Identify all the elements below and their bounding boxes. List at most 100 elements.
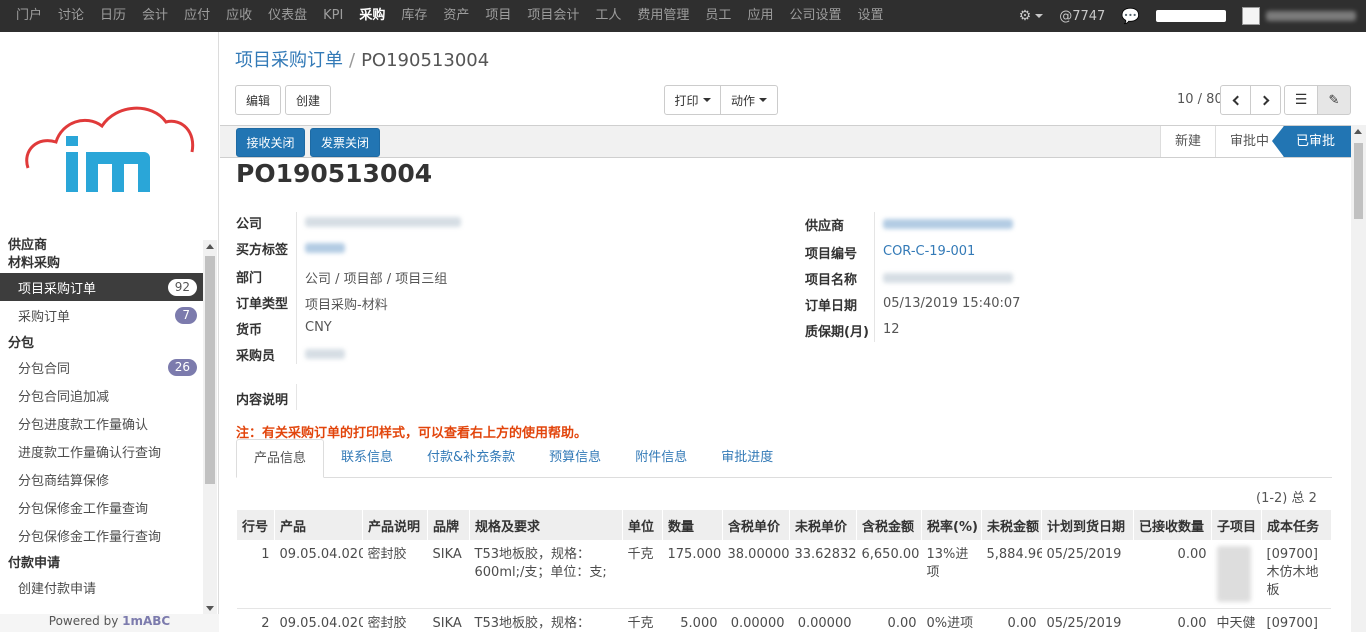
field-value: 公司 / 项目部 / 项目三组 <box>305 272 448 287</box>
menu-item[interactable]: 采购 <box>351 0 393 32</box>
notebook-tab[interactable]: 审批进度 <box>704 439 790 478</box>
table-row[interactable]: 2 09.05.04.020 密封胶 SIKA T53地板胶，规格： 千克 5.000 0.0… <box>236 608 1331 632</box>
sidebar-item[interactable]: 分包商结算保修 <box>0 465 203 493</box>
column-header[interactable]: 税率(%) <box>921 510 982 540</box>
menu-item[interactable]: 设置 <box>849 0 891 32</box>
sidebar-item[interactable]: 进度款工作量确认行查询 <box>0 437 203 465</box>
sidebar-section-title: 分包 <box>8 336 35 351</box>
scroll-thumb[interactable] <box>205 256 215 484</box>
scroll-down-icon[interactable] <box>206 606 214 611</box>
column-header[interactable]: 成本任务 <box>1261 510 1331 540</box>
status-bar: 接收关闭 发票关闭 新建 审批中 已审批 <box>220 125 1351 158</box>
redacted-value <box>305 216 461 227</box>
pager-previous-button[interactable] <box>1220 85 1251 115</box>
settings-dropdown[interactable]: ⚙ <box>1019 8 1044 24</box>
column-header[interactable]: 含税单价 <box>722 510 790 540</box>
sidebar-item[interactable]: 分包保修金工作量行查询 <box>0 521 203 549</box>
scroll-up-icon[interactable] <box>1354 129 1362 134</box>
column-header[interactable]: 产品 <box>274 510 363 540</box>
menu-item[interactable]: 公司设置 <box>781 0 849 32</box>
stage-item[interactable]: 已审批 <box>1271 126 1351 157</box>
table-cell: 0.00 <box>981 608 1042 632</box>
table-cell: 千克 <box>622 608 663 632</box>
sidebar-item[interactable]: 创建付款申请 <box>0 573 203 601</box>
column-header[interactable]: 计划到货日期 <box>1041 510 1134 540</box>
redacted-value <box>305 348 345 359</box>
pager-next-button[interactable] <box>1250 85 1281 115</box>
sidebar-item[interactable]: 采购订单 7 <box>0 301 203 329</box>
column-header[interactable]: 未税单价 <box>789 510 857 540</box>
stage-item[interactable]: 新建 <box>1159 126 1215 157</box>
main-scrollbar[interactable] <box>1351 125 1366 632</box>
menu-item[interactable]: 员工 <box>697 0 739 32</box>
table-row[interactable]: 1 09.05.04.020 密封胶 SIKA T53地板胶，规格：600ml;/支；单… <box>236 540 1331 609</box>
field-label: 项目编号 <box>805 247 858 262</box>
menu-item[interactable]: 讨论 <box>50 0 92 32</box>
redacted-value <box>305 242 345 253</box>
notebook-tab[interactable]: 产品信息 <box>236 439 325 478</box>
menu-item[interactable]: 应收 <box>218 0 260 32</box>
menu-item[interactable]: 工人 <box>587 0 629 32</box>
list-view-button[interactable]: ☰ <box>1284 85 1318 115</box>
menu-item[interactable]: 应付 <box>176 0 218 32</box>
menu-item[interactable]: 仪表盘 <box>260 0 315 32</box>
menu-item[interactable]: 会计 <box>134 0 176 32</box>
column-header[interactable]: 未税金额 <box>981 510 1042 540</box>
edit-button[interactable]: 编辑 <box>235 85 281 115</box>
field-label: 供应商 <box>805 219 845 234</box>
column-header[interactable]: 数量 <box>662 510 723 540</box>
sidebar-item[interactable]: 分包合同追加减 <box>0 381 203 409</box>
column-header[interactable]: 已接收数量 <box>1133 510 1212 540</box>
menu-item[interactable]: 门户 <box>8 0 50 32</box>
table-cell: 33.62832 <box>789 540 857 609</box>
sidebar-item[interactable]: 分包进度款工作量确认 <box>0 409 203 437</box>
menu-item[interactable]: 项目会计 <box>519 0 587 32</box>
table-cell: 6,650.00 <box>856 540 922 609</box>
action-dropdown[interactable]: 动作 <box>720 85 778 115</box>
field-value: CNY <box>305 320 332 335</box>
notifications-counter[interactable]: @7747 <box>1059 9 1105 24</box>
scroll-up-icon[interactable] <box>206 244 214 249</box>
column-header[interactable]: 单位 <box>622 510 663 540</box>
table-cell: 09.05.04.020 <box>274 608 363 632</box>
sidebar-item[interactable]: 分包保修金工作量查询 <box>0 493 203 521</box>
column-header[interactable]: 规格及要求 <box>469 510 623 540</box>
count-badge: 92 <box>167 278 197 296</box>
notebook-tab[interactable]: 联系信息 <box>324 439 410 478</box>
sidebar-item[interactable]: 分包合同 26 <box>0 353 203 381</box>
menu-item[interactable]: KPI <box>315 0 351 32</box>
notebook-tab[interactable]: 预算信息 <box>532 439 618 478</box>
menu-item[interactable]: 库存 <box>393 0 435 32</box>
menu-item[interactable]: 项目 <box>477 0 519 32</box>
scroll-thumb[interactable] <box>1354 143 1363 219</box>
print-dropdown[interactable]: 打印 <box>664 85 721 115</box>
powered-brand[interactable]: 1mABC <box>122 614 170 628</box>
create-button[interactable]: 创建 <box>285 85 331 115</box>
sidebar-scrollbar[interactable] <box>203 240 217 615</box>
column-header[interactable]: 产品说明 <box>362 510 428 540</box>
receive-close-button[interactable]: 接收关闭 <box>236 128 305 157</box>
field-value[interactable]: COR-C-19-001 <box>883 244 975 259</box>
notebook-tab[interactable]: 付款&补充条款 <box>410 439 532 478</box>
chat-icon[interactable]: 💬 <box>1121 7 1140 25</box>
table-cell: 05/25/2019 <box>1041 608 1134 632</box>
pager-value[interactable]: 10 / 80 <box>1177 92 1223 107</box>
column-header[interactable]: 行号 <box>236 510 275 540</box>
form-view-button[interactable]: ✎ <box>1317 85 1351 115</box>
table-cell: 0%进项 <box>921 608 982 632</box>
menu-item[interactable]: 应用 <box>739 0 781 32</box>
user-menu[interactable] <box>1242 7 1356 25</box>
column-header[interactable]: 含税金额 <box>856 510 922 540</box>
column-header[interactable]: 子项目 <box>1211 510 1262 540</box>
content-divider <box>296 384 297 410</box>
sidebar-item-label: 分包保修金工作量行查询 <box>18 529 162 545</box>
notebook-tab[interactable]: 附件信息 <box>618 439 704 478</box>
sidebar-item[interactable]: 项目采购订单 92 <box>0 273 203 301</box>
menu-item[interactable]: 资产 <box>435 0 477 32</box>
column-header[interactable]: 品牌 <box>427 510 470 540</box>
menu-item[interactable]: 费用管理 <box>629 0 697 32</box>
invoice-close-button[interactable]: 发票关闭 <box>310 128 380 157</box>
content-label: 内容说明 <box>236 393 289 408</box>
menu-item[interactable]: 日历 <box>92 0 134 32</box>
breadcrumb-parent-link[interactable]: 项目采购订单 <box>235 50 343 71</box>
